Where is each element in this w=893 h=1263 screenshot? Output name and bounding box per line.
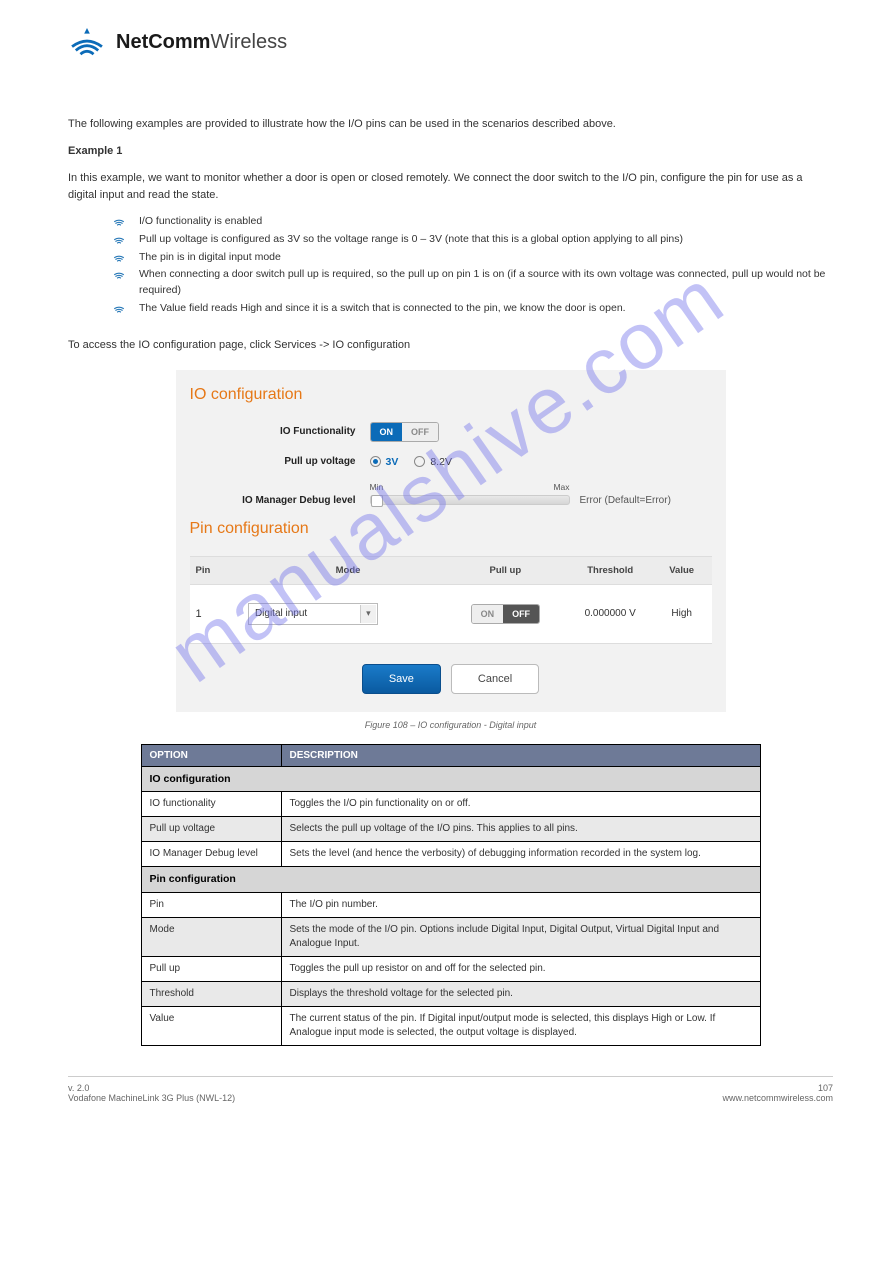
bullet-list: I/O functionality is enabled Pull up vol…	[113, 214, 833, 317]
bullet-item: Pull up voltage is configured as 3V so t…	[113, 232, 833, 248]
footer-product: Vodafone MachineLink 3G Plus (NWL-12)	[68, 1093, 235, 1103]
cell-desc: The I/O pin number.	[281, 893, 760, 918]
page-footer: v. 2.0 Vodafone MachineLink 3G Plus (NWL…	[68, 1077, 833, 1103]
mode-select[interactable]: Digital input ▾	[248, 603, 378, 625]
cell-desc: Sets the mode of the I/O pin. Options in…	[281, 918, 760, 957]
label-debug-level: IO Manager Debug level	[190, 495, 370, 506]
save-button[interactable]: Save	[362, 664, 441, 694]
radio-icon	[370, 456, 381, 467]
radio-option-3v[interactable]: 3V	[370, 456, 399, 468]
bullet-item: I/O functionality is enabled	[113, 214, 833, 230]
footer-version: v. 2.0	[68, 1083, 89, 1093]
cell-option: IO Manager Debug level	[141, 842, 281, 867]
radio-option-8v[interactable]: 8.2V	[414, 456, 452, 468]
cell-pin: 1	[196, 608, 248, 620]
description-table: OPTION DESCRIPTION IO configuration IO f…	[141, 744, 761, 1046]
cell-desc: The current status of the pin. If Digita…	[281, 1007, 760, 1046]
io-config-screenshot: IO configuration IO Functionality ON OFF…	[176, 370, 726, 712]
cell-desc: Displays the threshold voltage for the s…	[281, 982, 760, 1007]
cell-option: Pull up voltage	[141, 817, 281, 842]
page-number: 107	[818, 1083, 833, 1093]
io-config-heading: IO configuration	[190, 386, 712, 404]
cell-value: High	[658, 608, 706, 619]
bullet-item: The Value field reads High and since it …	[113, 301, 833, 317]
label-io-functionality: IO Functionality	[190, 426, 370, 437]
th-pullup: Pull up	[448, 565, 562, 576]
bullet-icon	[113, 217, 125, 227]
cancel-button[interactable]: Cancel	[451, 664, 539, 694]
cell-option: IO functionality	[141, 792, 281, 817]
footer-left: v. 2.0 Vodafone MachineLink 3G Plus (NWL…	[68, 1083, 235, 1103]
chevron-down-icon: ▾	[360, 605, 376, 623]
th-mode: Mode	[248, 565, 448, 576]
toggle-on[interactable]: ON	[472, 605, 504, 623]
example-title: Example 1	[68, 143, 833, 160]
io-functionality-toggle[interactable]: ON OFF	[370, 422, 440, 442]
bullet-icon	[113, 253, 125, 263]
cell-threshold: 0.000000 V	[563, 608, 658, 619]
logo-icon	[68, 28, 106, 56]
nav-instruction: To access the IO configuration page, cli…	[68, 337, 833, 354]
bullet-icon	[113, 304, 125, 314]
bullet-icon	[113, 235, 125, 245]
debug-slider[interactable]	[370, 495, 570, 505]
logo-text: NetCommWireless	[116, 31, 287, 54]
bullet-item: The pin is in digital input mode	[113, 250, 833, 266]
th-threshold: Threshold	[563, 565, 658, 576]
bullet-text: Pull up voltage is configured as 3V so t…	[139, 232, 683, 248]
radio-icon	[414, 456, 425, 467]
cell-desc: Sets the level (and hence the verbosity)…	[281, 842, 760, 867]
toggle-on[interactable]: ON	[371, 423, 403, 441]
th-option: OPTION	[141, 744, 281, 766]
toggle-off[interactable]: OFF	[402, 423, 438, 441]
brand-logo: NetCommWireless	[68, 28, 833, 56]
th-description: DESCRIPTION	[281, 744, 760, 766]
section-pin-config: Pin configuration	[141, 867, 760, 893]
cell-option: Pin	[141, 893, 281, 918]
figure-caption: Figure 108 – IO configuration - Digital …	[68, 720, 833, 730]
slider-thumb[interactable]	[371, 495, 383, 507]
th-pin: Pin	[196, 565, 248, 576]
toggle-off[interactable]: OFF	[503, 605, 539, 623]
cell-desc: Toggles the I/O pin functionality on or …	[281, 792, 760, 817]
pin-table-header: Pin Mode Pull up Threshold Value	[190, 556, 712, 585]
cell-desc: Toggles the pull up resistor on and off …	[281, 957, 760, 982]
cell-option: Mode	[141, 918, 281, 957]
section-io-config: IO configuration	[141, 766, 760, 792]
cell-option: Pull up	[141, 957, 281, 982]
bullet-item: When connecting a door switch pull up is…	[113, 267, 833, 299]
slider-min-label: Min	[370, 482, 384, 492]
mode-select-value: Digital input	[255, 608, 307, 619]
footer-brand-url: www.netcommwireless.com	[722, 1093, 833, 1103]
th-value: Value	[658, 565, 706, 576]
cell-option: Value	[141, 1007, 281, 1046]
bullet-icon	[113, 270, 125, 280]
cell-desc: Selects the pull up voltage of the I/O p…	[281, 817, 760, 842]
example-body: In this example, we want to monitor whet…	[68, 170, 833, 204]
pin-table-row: 1 Digital input ▾ ON OFF 0.000000 V High	[190, 585, 712, 644]
debug-readout: Error (Default=Error)	[580, 495, 671, 506]
slider-max-label: Max	[553, 482, 569, 492]
cell-option: Threshold	[141, 982, 281, 1007]
label-pull-up-voltage: Pull up voltage	[190, 456, 370, 467]
pullup-toggle[interactable]: ON OFF	[471, 604, 541, 624]
intro-paragraph: The following examples are provided to i…	[68, 116, 833, 133]
bullet-text: I/O functionality is enabled	[139, 214, 262, 230]
bullet-text: The Value field reads High and since it …	[139, 301, 626, 317]
pin-config-heading: Pin configuration	[190, 520, 712, 538]
bullet-text: The pin is in digital input mode	[139, 250, 281, 266]
bullet-text: When connecting a door switch pull up is…	[139, 267, 833, 299]
